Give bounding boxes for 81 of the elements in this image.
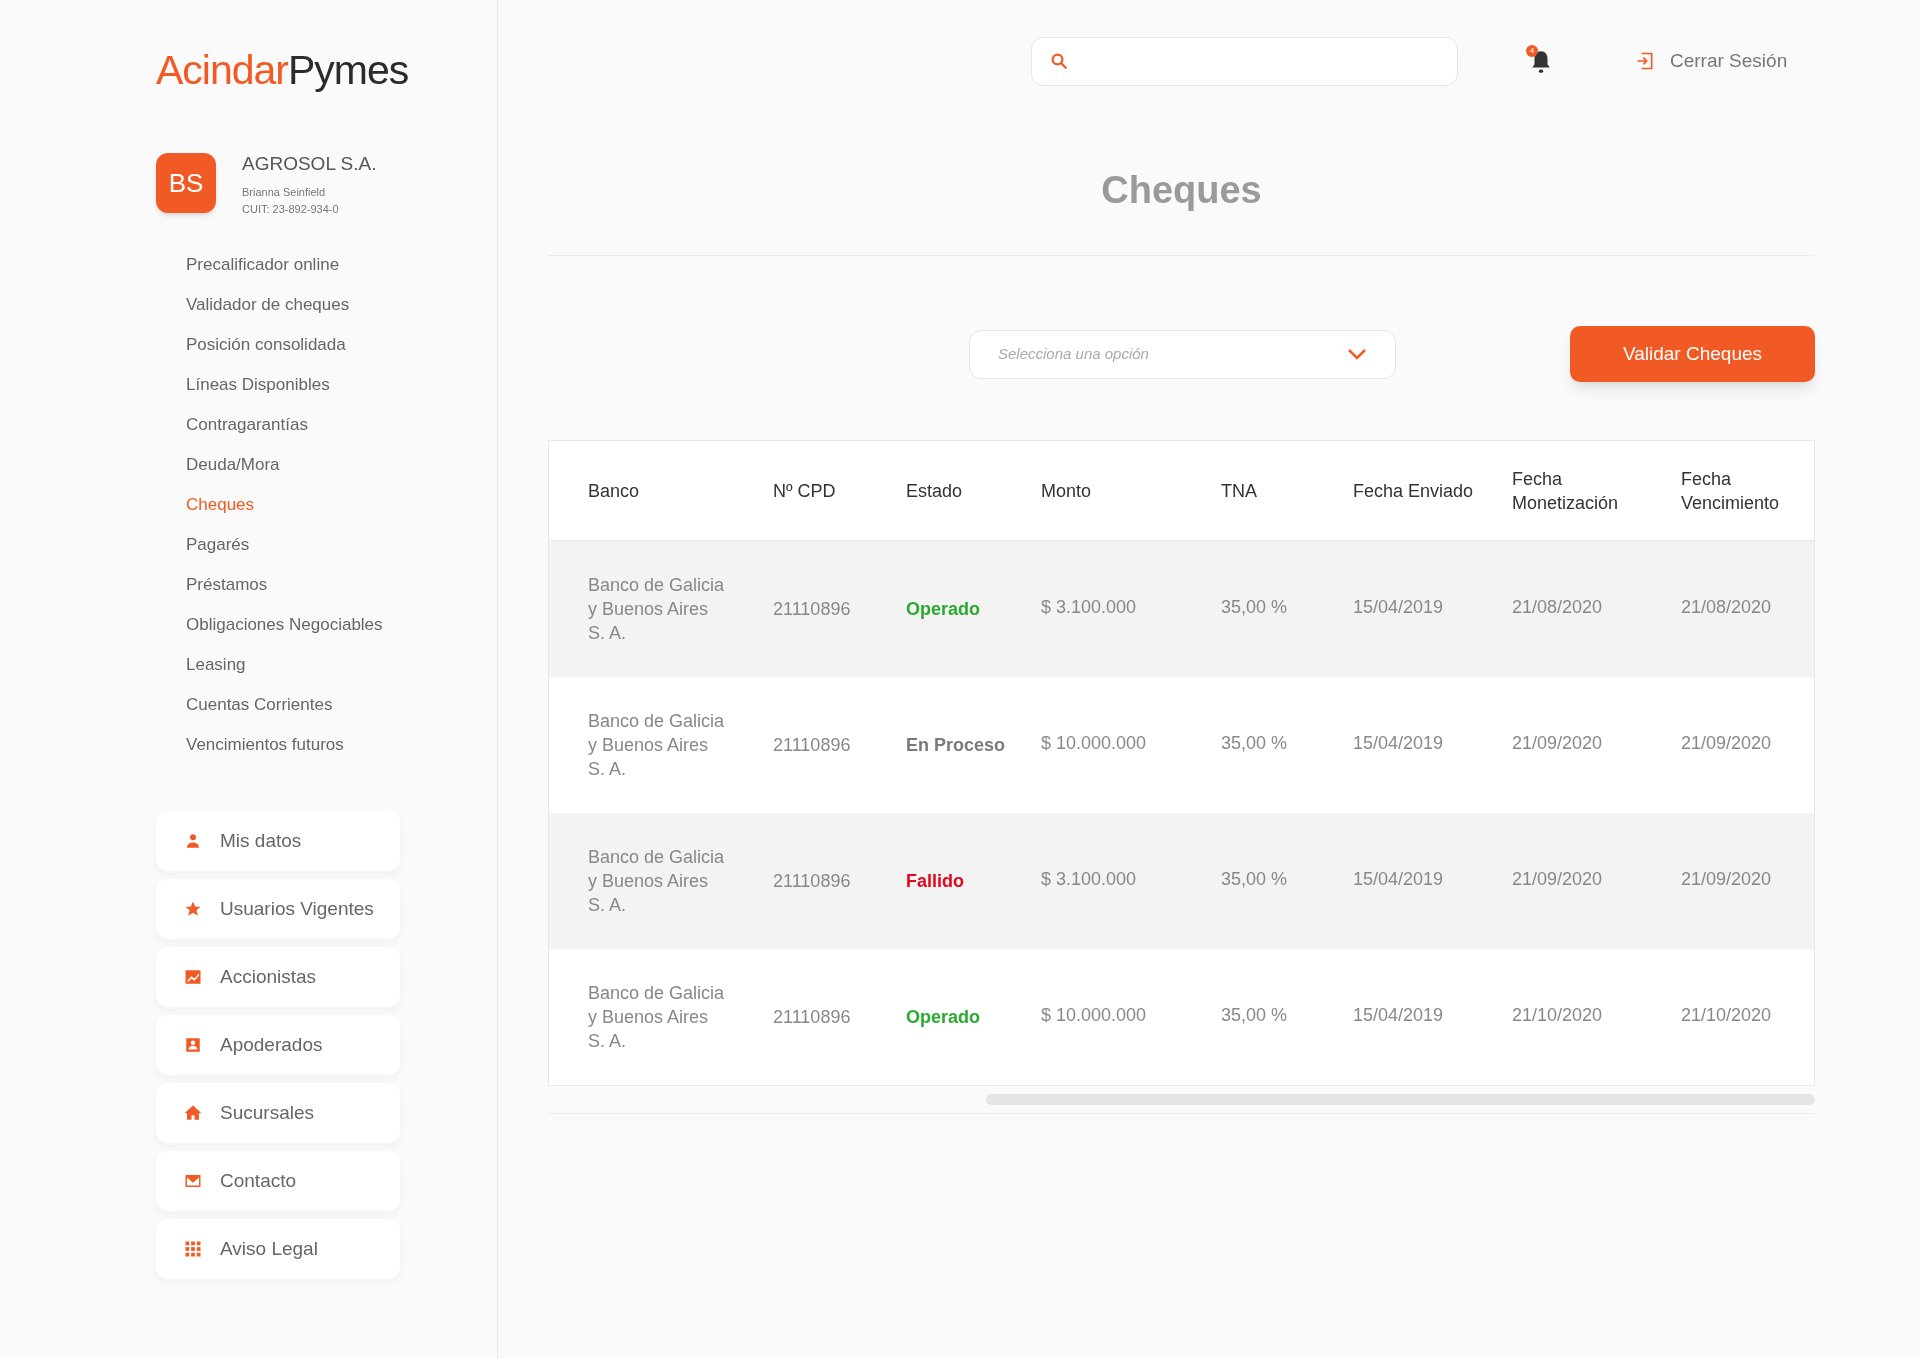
table-cell-text: 35,00 % [1221, 1003, 1289, 1027]
table-cell-text: $ 3.100.000 [1041, 867, 1138, 891]
avatar: BS [156, 153, 216, 214]
notification-bell[interactable]: 4 [1528, 47, 1554, 75]
nav-link[interactable]: Cuentas Corrientes [186, 685, 497, 725]
column-header: Fecha Vencimiento [1681, 467, 1781, 515]
status-text: Operado [906, 597, 981, 621]
nav-link[interactable]: Obligaciones Negociables [186, 605, 497, 645]
quick-link-button[interactable]: Contacto [156, 1151, 400, 1211]
cuit-text: CUIT: 23-892-934-0 [242, 201, 340, 217]
column-header: Nº CPD [773, 479, 837, 503]
nav-link[interactable]: Validador de cheques [186, 285, 497, 325]
status-text: Fallido [906, 869, 965, 893]
column-header: Fecha Enviado [1353, 479, 1475, 503]
column-header: Fecha Monetización [1512, 467, 1620, 515]
table-cell-text: 21/08/2020 [1512, 595, 1604, 619]
quick-link-button[interactable]: Aviso Legal [156, 1219, 400, 1279]
table-cell-text: 21/10/2020 [1681, 1003, 1773, 1027]
table-cell-text: $ 10.000.000 [1041, 1003, 1148, 1027]
table-cell-text: 21110896 [773, 1006, 852, 1029]
table-cell-text: 21/09/2020 [1512, 867, 1604, 891]
mail-icon [184, 1172, 202, 1190]
table-cell-text: 35,00 % [1221, 595, 1289, 619]
quick-link-button[interactable]: Accionistas [156, 947, 400, 1007]
nav-link[interactable]: Contragarantías [186, 405, 497, 445]
page-title: Cheques [1100, 168, 1263, 213]
bank-name: Banco de Galicia y Buenos Aires S. A. [588, 982, 726, 1053]
quick-link-button[interactable]: Apoderados [156, 1015, 400, 1075]
chevron-down-icon [1347, 348, 1367, 360]
person-icon [184, 832, 202, 850]
status-text: En Proceso [906, 733, 1007, 757]
nav-link[interactable]: Vencimientos futuros [186, 725, 497, 765]
table-cell-text: 15/04/2019 [1353, 595, 1445, 619]
table-cell-text: 21110896 [773, 870, 852, 893]
logo: AcindarPymes [156, 46, 410, 95]
quick-link-button[interactable]: Mis datos [156, 811, 400, 871]
logout-icon [1635, 51, 1655, 71]
bank-name: Banco de Galicia y Buenos Aires S. A. [588, 846, 726, 917]
nav-link[interactable]: Pagarés [186, 525, 497, 565]
nav-link[interactable]: Precalificador online [186, 245, 497, 285]
search-field[interactable] [1031, 36, 1458, 86]
nav-link[interactable]: Leasing [186, 645, 497, 685]
column-header: TNA [1221, 479, 1258, 503]
chart-icon [184, 968, 202, 986]
search-icon [1050, 52, 1068, 70]
table-cell-text: 21/09/2020 [1681, 867, 1773, 891]
table-cell-text: 21110896 [773, 734, 852, 757]
validate-button[interactable]: Validar Cheques [1570, 326, 1815, 382]
notification-badge: 4 [1526, 45, 1538, 57]
contact-card-icon [184, 1036, 202, 1054]
table-cell-text: $ 3.100.000 [1041, 595, 1138, 619]
table-cell-text: 15/04/2019 [1353, 867, 1445, 891]
table-cell-text: 21110896 [773, 598, 852, 621]
table-cell-text: 21/09/2020 [1512, 731, 1604, 755]
table-cell-text: 21/08/2020 [1681, 595, 1773, 619]
table-cell-text: 35,00 % [1221, 731, 1289, 755]
status-text: Operado [906, 1005, 981, 1029]
table-cell-text: 21/09/2020 [1681, 731, 1773, 755]
nav-link[interactable]: Cheques [186, 485, 497, 525]
house-icon [184, 1104, 202, 1122]
table-cell-text: 35,00 % [1221, 867, 1289, 891]
nav-link[interactable]: Líneas Disponibles [186, 365, 497, 405]
table-cell-text: 21/10/2020 [1512, 1003, 1604, 1027]
nav-link[interactable]: Posición consolidada [186, 325, 497, 365]
nav-link[interactable]: Préstamos [186, 565, 497, 605]
column-header: Estado [906, 479, 964, 503]
grid-icon [184, 1240, 202, 1258]
table-cell-text: 15/04/2019 [1353, 1003, 1445, 1027]
table-cell-text: 15/04/2019 [1353, 731, 1445, 755]
bank-name: Banco de Galicia y Buenos Aires S. A. [588, 710, 726, 781]
logout-button[interactable]: Cerrar Sesión [1635, 46, 1788, 76]
bank-name: Banco de Galicia y Buenos Aires S. A. [588, 574, 726, 645]
quick-link-button[interactable]: Usuarios Vigentes [156, 879, 400, 939]
nav-link[interactable]: Deuda/Mora [186, 445, 497, 485]
table-cell-text: $ 10.000.000 [1041, 731, 1148, 755]
company-name: AGROSOL S.A. [242, 151, 377, 176]
quick-link-button[interactable]: Sucursales [156, 1083, 400, 1143]
column-header: Banco [588, 479, 641, 503]
column-header: Monto [1041, 479, 1093, 503]
user-name: Brianna Seinfield [242, 185, 327, 200]
star-icon [184, 900, 202, 918]
